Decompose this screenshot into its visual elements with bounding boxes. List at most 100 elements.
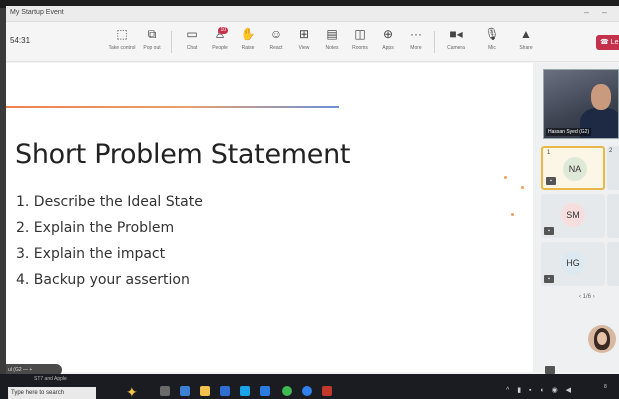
view-label: View [298,45,310,51]
mic-muted-icon: ▪ [544,275,554,283]
file-explorer-icon[interactable] [200,386,210,396]
notes-icon: ▤ [326,27,338,41]
apps-label: Apps [382,45,394,51]
taskbar-preview-text: ST7 and Apple [34,376,67,382]
chat-label: Chat [186,45,198,51]
view-button[interactable]: ⊞ View [290,26,318,58]
pop-out-icon: ⧉ [147,27,157,41]
self-view-avatar[interactable] [588,325,616,353]
avatar: NA [563,157,587,181]
decorative-dot [521,186,524,189]
chrome-icon[interactable] [302,386,312,396]
view-icon: ⊞ [298,27,310,41]
window-title: My Startup Event [10,9,64,16]
mic-button[interactable]: 🎙 Mic [478,26,506,58]
camera-button[interactable]: ■◂ Camera [442,26,470,58]
edge-icon[interactable] [180,386,190,396]
share-label: Share [519,45,533,51]
search-input[interactable]: Type here to search [8,387,96,399]
browser-icon[interactable] [240,386,250,396]
teams-meeting-window: My Startup Event – – 54:31 ⬚ Take contro… [6,6,619,374]
tile-pager[interactable]: ‹ 1/6 › [579,294,595,300]
people-button[interactable]: ♙ 10 People [206,26,234,58]
more-icon: ··· [410,27,422,41]
teams-icon[interactable] [322,386,332,396]
participant-tile-partial[interactable] [607,242,619,286]
camera-icon: ■◂ [449,27,463,41]
screen: My Startup Event – – 54:31 ⬚ Take contro… [0,0,619,399]
whatsapp-icon[interactable] [282,386,292,396]
rooms-label: Rooms [352,45,368,51]
list-item: 4. Backup your assertion [16,272,190,288]
presenter-head [591,84,611,110]
avatar: HG [561,251,585,275]
mic-icon: 🎙 [484,27,500,41]
participant-tile-hg[interactable]: HG ▪ [541,242,605,286]
participant-tile-partial[interactable]: 2 [607,146,619,190]
react-button[interactable]: ☺ React [262,26,290,58]
presenter-label-text: ul (G2 [8,367,22,373]
pager-label: 1/6 [582,294,592,300]
self-face [597,332,607,345]
react-icon: ☺ [269,27,283,41]
take-control-label: Take control [108,45,136,51]
plus-icon: — + [23,367,33,373]
people-count-badge: 10 [218,27,228,34]
people-label: People [212,45,228,51]
list-item: 2. Explain the Problem [16,220,175,236]
leave-label: Le [610,39,619,46]
toolbar-divider [434,31,435,53]
presenter-label-pill[interactable]: ul (G2 — + [6,364,62,374]
mic-muted-icon: ▪ [546,177,556,185]
apps-button[interactable]: ⊕ Apps [374,26,402,58]
list-item: 3. Explain the impact [16,246,166,262]
tile-number: 1 [547,150,551,156]
slide-bullet-list: 1. Describe the Ideal State 2. Explain t… [16,191,203,295]
title-bar: My Startup Event – – [6,6,619,22]
decorative-dot [504,176,507,179]
raise-hand-button[interactable]: ✋ Raise [234,26,262,58]
slide-accent-line [6,106,339,108]
clock: 8 [604,384,607,390]
presenter-video-tile[interactable]: Hassan Syed (G2) [543,69,619,139]
share-icon: ▲ [520,27,532,41]
mic-label: Mic [488,45,496,51]
camera-label: Camera [447,45,465,51]
widgets-icon[interactable]: ✦ [126,384,138,399]
tile-number: 2 [609,148,613,154]
take-control-button[interactable]: ⬚ Take control [108,26,136,58]
chevron-right-icon[interactable]: › [593,294,595,300]
store-icon[interactable] [220,386,230,396]
task-view-icon[interactable] [160,386,170,396]
meeting-timer: 54:31 [10,36,31,45]
notes-button[interactable]: ▤ Notes [318,26,346,58]
chat-icon: ▭ [186,27,198,41]
pop-out-button[interactable]: ⧉ Pop out [138,26,166,58]
slide-title: Short Problem Statement [15,139,351,170]
take-control-icon: ⬚ [116,27,128,41]
participant-tile-na[interactable]: 1 NA ▪ [541,146,605,190]
participants-panel: Hassan Syed (G2) 1 NA ▪ 2 SM ▪ HG ▪ ‹ 1/… [533,63,619,374]
share-button[interactable]: ▲ Share [512,26,540,58]
leave-button[interactable]: ☎ Le [596,35,619,50]
rooms-button[interactable]: ◫ Rooms [346,26,374,58]
mail-icon[interactable] [260,386,270,396]
minimize-icon[interactable]: – [584,7,589,17]
chat-button[interactable]: ▭ Chat [178,26,206,58]
decorative-dot [511,213,514,216]
react-label: React [269,45,283,51]
participant-tile-partial[interactable] [607,194,619,238]
presenter-name: Hassan Syed (G2) [546,128,592,136]
participant-tile-sm[interactable]: SM ▪ [541,194,605,238]
phone-icon: ☎ [600,39,609,46]
meeting-toolbar: 54:31 ⬚ Take control ⧉ Pop out ▭ Chat ♙ … [6,22,619,62]
maximize-icon[interactable]: – [602,7,607,17]
more-label: More [410,45,422,51]
pop-out-label: Pop out [143,45,161,51]
shared-slide-stage: Short Problem Statement 1. Describe the … [6,63,533,374]
mic-muted-icon: ▪ [544,227,554,235]
more-button[interactable]: ··· More [402,26,430,58]
windows-taskbar: ST7 and Apple Type here to search ✦ ^ ▮ … [0,374,619,399]
list-item: 1. Describe the Ideal State [16,194,203,210]
system-tray[interactable]: ^ ▮ ▪ ◖ ◉ ◀ [506,386,574,394]
